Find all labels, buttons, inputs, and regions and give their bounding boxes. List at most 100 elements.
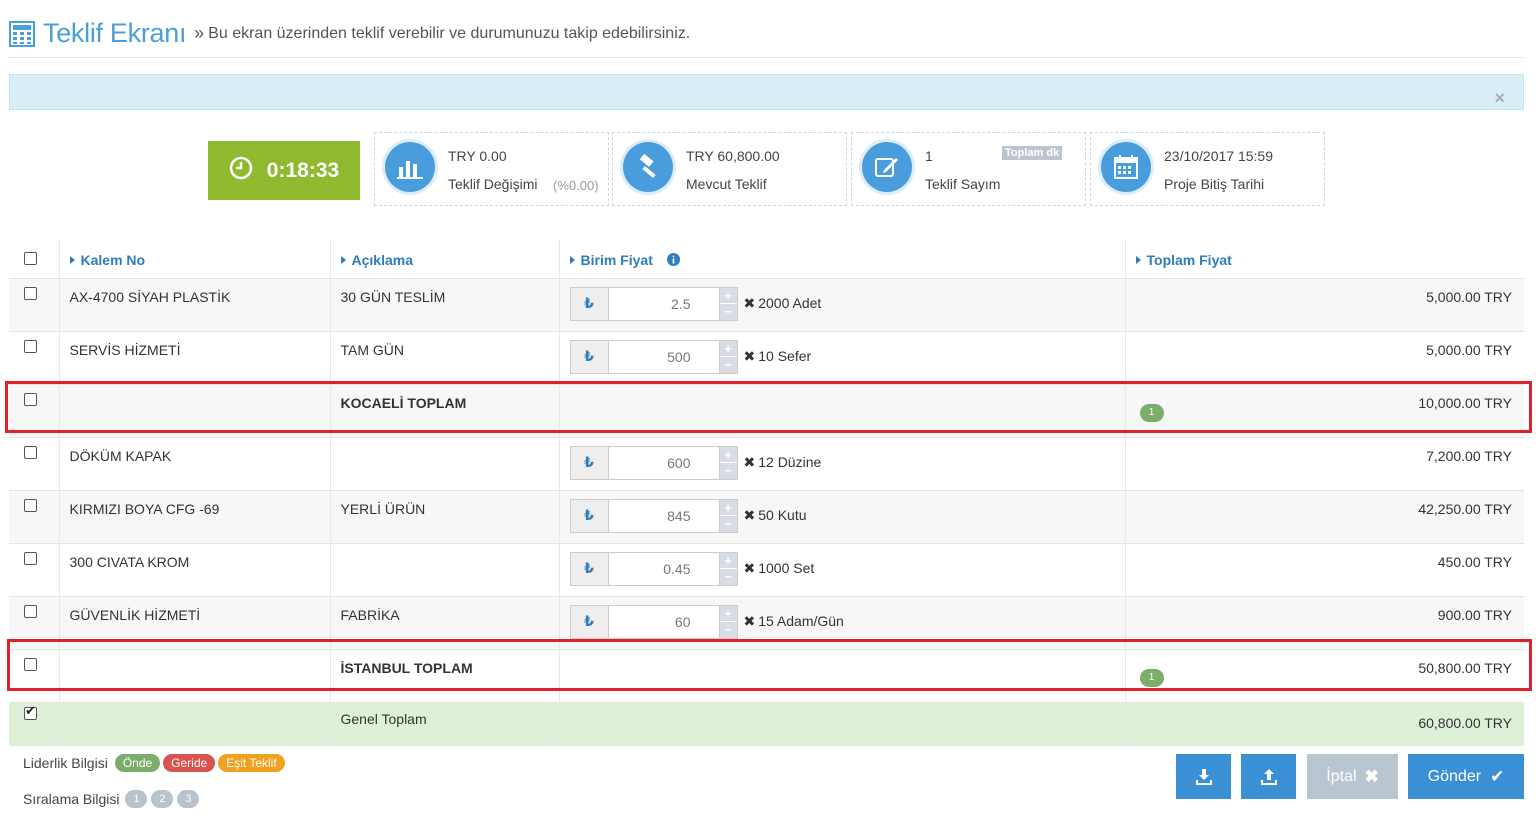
close-icon[interactable]: × [1494,89,1505,107]
gavel-icon [623,142,673,192]
item-code: DÖKÜM KAPAK [59,436,331,490]
item-quantity: 15 Adam/Gün [758,613,844,629]
stat-count-value: 1 [925,148,933,164]
row-checkbox[interactable] [24,498,37,512]
send-button[interactable]: Gönder ✔ [1408,754,1524,799]
price-stepper[interactable]: + − [719,339,738,374]
grand-total-label: Genel Toplam [330,701,560,746]
unit-price-input-group: ₺ 845 + − ✖ 50 Kutu [569,498,1125,533]
unit-price-input[interactable]: 0.45 [607,551,720,586]
download-icon [1195,768,1212,785]
item-total: 450.00 TRY [1125,542,1524,596]
download-button[interactable] [1176,754,1231,799]
decrement-icon[interactable]: − [719,569,737,585]
decrement-icon[interactable]: − [719,516,737,532]
info-alert: × [9,74,1524,110]
times-icon: ✖ [743,295,756,311]
decrement-icon[interactable]: − [719,622,737,638]
stat-end-value: 23/10/2017 15:59 [1164,148,1273,164]
unit-price-input[interactable]: 600 [607,445,720,480]
info-icon[interactable] [666,252,680,266]
cancel-button[interactable]: İptal ✖ [1307,754,1398,799]
decrement-icon[interactable]: − [719,304,737,320]
item-total: 7,200.00 TRY [1125,436,1524,490]
increment-icon[interactable]: + [719,340,737,357]
subtotal-row: İSTANBUL TOPLAM 1 50,800.00 TRY [9,648,1524,702]
price-stepper[interactable]: + − [719,498,738,533]
row-checkbox[interactable] [24,392,37,406]
row-checkbox[interactable] [24,657,37,671]
stat-end-label: Proje Bitiş Tarihi [1164,176,1265,192]
increment-icon[interactable]: + [719,552,737,569]
table-header-row: Kalem No Açıklama Birim Fiyat Toplam Fiy… [9,240,1524,278]
stat-change-percent: (%0.00) [553,178,599,193]
price-stepper[interactable]: + − [719,445,738,480]
item-quantity: 2000 Adet [758,295,822,311]
select-all-cell [9,240,60,278]
row-checkbox[interactable] [24,339,37,353]
times-icon: ✖ [743,454,756,470]
column-header-code[interactable]: Kalem No [59,240,331,278]
column-header-unit-price[interactable]: Birim Fiyat [559,240,1126,278]
item-total: 42,250.00 TRY [1125,489,1524,543]
price-stepper[interactable]: + − [719,604,738,639]
item-quantity: 1000 Set [758,560,815,576]
lira-icon: ₺ [569,604,608,639]
rank-badge: 1 [125,790,148,808]
unit-price-input-group: ₺ 2.5 + − ✖ 2000 Adet [569,286,1125,321]
item-desc [330,436,560,490]
item-total: 5,000.00 TRY [1125,330,1524,384]
page-subtitle: Bu ekran üzerinden teklif verebilir ve d… [208,24,691,42]
sort-icon [340,255,346,264]
select-all-checkbox[interactable] [24,251,37,265]
table-row: KIRMIZI BOYA CFG -69 YERLİ ÜRÜN ₺ 845 + − ✖ 5… [9,489,1524,543]
column-header-desc[interactable]: Açıklama [330,240,560,278]
calendar-icon [1101,142,1151,192]
table-row: GÜVENLİK HİZMETİ FABRİKA ₺ 60 + − ✖ 15 Adam/G… [9,595,1524,649]
price-stepper[interactable]: + − [719,551,738,586]
subtotal-amount: 50,800.00 TRY [1418,659,1512,676]
stat-current-bid: TRY 60,800.00 Mevcut Teklif [612,132,847,206]
item-total: 5,000.00 TRY [1125,277,1524,331]
times-icon: ✖ [743,560,756,576]
stat-count-label: Teklif Sayım [925,176,1001,192]
page-title: Teklif Ekranı [43,18,187,48]
times-icon: ✖ [743,613,756,629]
row-checkbox[interactable] [24,604,37,618]
unit-price-input[interactable]: 60 [607,604,720,639]
rank-badge: 3 [177,790,200,808]
stat-project-end: 23/10/2017 15:59 Proje Bitiş Tarihi [1090,132,1325,206]
row-checkbox[interactable] [24,551,37,565]
grand-total-checkbox[interactable] [24,703,37,720]
ranking-legend: Sıralama Bilgisi 1 2 3 [23,790,200,808]
table-row: AX-4700 SİYAH PLASTİK 30 GÜN TESLİM ₺ 2.5… [9,277,1524,331]
bid-items-table: Kalem No Açıklama Birim Fiyat Toplam Fiy… [9,240,1524,746]
column-header-total[interactable]: Toplam Fiyat [1125,240,1524,278]
unit-price-input[interactable]: 2.5 [607,286,720,321]
sort-icon [69,255,75,264]
leadership-label: Liderlik Bilgisi [23,755,108,771]
increment-icon[interactable]: + [719,287,737,304]
countdown-timer: 0:18:33 [208,141,360,200]
increment-icon[interactable]: + [719,499,737,516]
subtotal-row: KOCAELİ TOPLAM 1 10,000.00 TRY [9,383,1524,437]
item-code: 300 CIVATA KROM [59,542,331,596]
decrement-icon[interactable]: − [719,463,737,479]
increment-icon[interactable]: + [719,605,737,622]
unit-price-input[interactable]: 845 [607,498,720,533]
item-code: KIRMIZI BOYA CFG -69 [59,489,331,543]
leadership-legend: Liderlik Bilgisi Önde Geride Eşit Teklif [23,754,285,772]
row-checkbox[interactable] [24,445,37,459]
upload-icon [1260,768,1277,785]
price-stepper[interactable]: + − [719,286,738,321]
unit-price-input[interactable]: 500 [607,339,720,374]
ahead-badge: Önde [114,754,161,772]
increment-icon[interactable]: + [719,446,737,463]
row-checkbox[interactable] [24,286,37,300]
times-icon: ✖ [743,348,756,364]
upload-button[interactable] [1241,754,1296,799]
decrement-icon[interactable]: − [719,357,737,373]
item-quantity: 10 Sefer [758,348,812,364]
timer-value: 0:18:33 [266,158,340,182]
stat-bid-change: TRY 0.00 Teklif Değişimi (%0.00) [374,132,609,206]
